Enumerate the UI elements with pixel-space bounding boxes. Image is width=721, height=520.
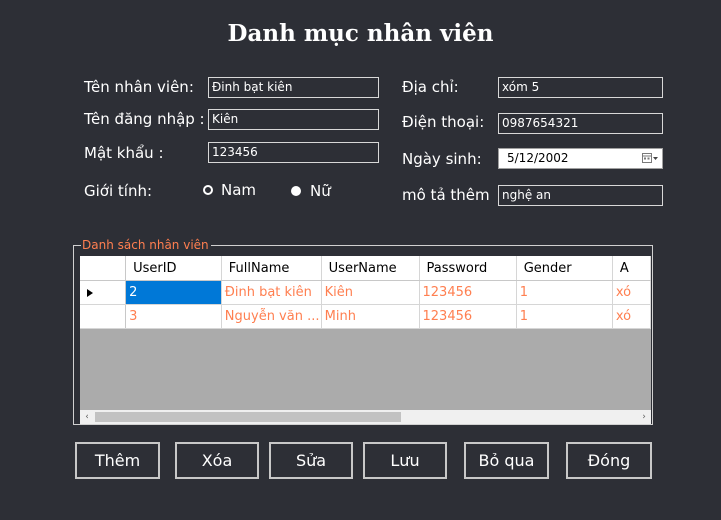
cell-address[interactable]: xó (612, 280, 651, 305)
gender-nu-label: Nữ (310, 182, 331, 200)
scrollbar-thumb[interactable] (95, 412, 401, 422)
mat-khau-input[interactable]: 123456 (208, 142, 379, 163)
cell-gender[interactable]: 1 (516, 280, 613, 305)
row-header-corner (80, 256, 127, 281)
column-header-gender[interactable]: Gender (516, 256, 613, 281)
gender-nam-radio[interactable]: Nam (201, 180, 271, 202)
gender-nam-label: Nam (221, 181, 257, 199)
ten-nhan-vien-label: Tên nhân viên: (84, 78, 194, 96)
cell-gender[interactable]: 1 (516, 304, 613, 329)
table-row[interactable]: 2 Đinh bạt kiên Kiên 123456 1 xó (80, 280, 651, 305)
xoa-button[interactable]: Xóa (175, 442, 259, 479)
dong-button[interactable]: Đóng (566, 442, 652, 479)
cell-username[interactable]: Kiên (321, 280, 420, 305)
ten-dang-nhap-label: Tên đăng nhập : (84, 110, 205, 128)
calendar-dropdown-icon[interactable] (642, 152, 658, 165)
mat-khau-label: Mật khẩu : (84, 144, 164, 162)
cell-userid[interactable]: 2 (125, 280, 222, 305)
column-header-fullname[interactable]: FullName (221, 256, 322, 281)
cell-username[interactable]: Minh (321, 304, 420, 329)
mo-ta-them-label: mô tả thêm (402, 186, 490, 204)
grid-header-row: UserID FullName UserName Password Gender… (80, 256, 651, 281)
dia-chi-input[interactable]: xóm 5 (498, 77, 663, 98)
cell-fullname[interactable]: Đinh bạt kiên (221, 280, 322, 305)
table-row[interactable]: 3 Nguyễn văn ... Minh 123456 1 xó (80, 304, 651, 329)
dien-thoai-input[interactable]: 0987654321 (498, 113, 663, 134)
current-row-arrow-icon (87, 289, 93, 297)
scroll-left-icon[interactable]: ‹ (80, 410, 94, 424)
form-title: Danh mục nhân viên (227, 20, 494, 47)
employee-data-grid[interactable]: UserID FullName UserName Password Gender… (80, 256, 651, 424)
cell-password[interactable]: 123456 (419, 280, 517, 305)
dia-chi-label: Địa chỉ: (402, 78, 459, 96)
row-header[interactable] (80, 304, 127, 329)
grid-horizontal-scrollbar[interactable]: ‹ › (80, 410, 651, 424)
cell-password[interactable]: 123456 (419, 304, 517, 329)
mo-ta-them-input[interactable]: nghệ an (498, 185, 663, 206)
ngay-sinh-value: 5/12/2002 (507, 151, 569, 165)
dien-thoai-label: Điện thoại: (402, 113, 485, 131)
row-header[interactable] (80, 280, 127, 305)
ten-dang-nhap-input[interactable]: Kiên (208, 109, 379, 130)
gender-nu-radio[interactable]: Nữ (289, 181, 349, 203)
ngay-sinh-datepicker[interactable]: 5/12/2002 (498, 148, 663, 169)
cell-address[interactable]: xó (612, 304, 651, 329)
cell-userid[interactable]: 3 (125, 304, 222, 329)
sua-button[interactable]: Sửa (269, 442, 353, 479)
luu-button[interactable]: Lưu (363, 442, 447, 479)
gioi-tinh-label: Giới tính: (84, 182, 153, 200)
them-button[interactable]: Thêm (75, 442, 160, 479)
column-header-userid[interactable]: UserID (125, 256, 222, 281)
scroll-right-icon[interactable]: › (637, 410, 651, 424)
column-header-username[interactable]: UserName (321, 256, 420, 281)
radio-unchecked-icon (203, 185, 213, 195)
ten-nhan-vien-input[interactable]: Đinh bạt kiên (208, 77, 379, 98)
employee-list-legend: Danh sách nhân viên (81, 238, 211, 252)
radio-checked-icon (291, 186, 301, 196)
cell-fullname[interactable]: Nguyễn văn ... (221, 304, 322, 329)
column-header-password[interactable]: Password (419, 256, 517, 281)
column-header-address[interactable]: A (612, 256, 651, 281)
bo-qua-button[interactable]: Bỏ qua (464, 442, 549, 479)
ngay-sinh-label: Ngày sinh: (402, 150, 482, 168)
